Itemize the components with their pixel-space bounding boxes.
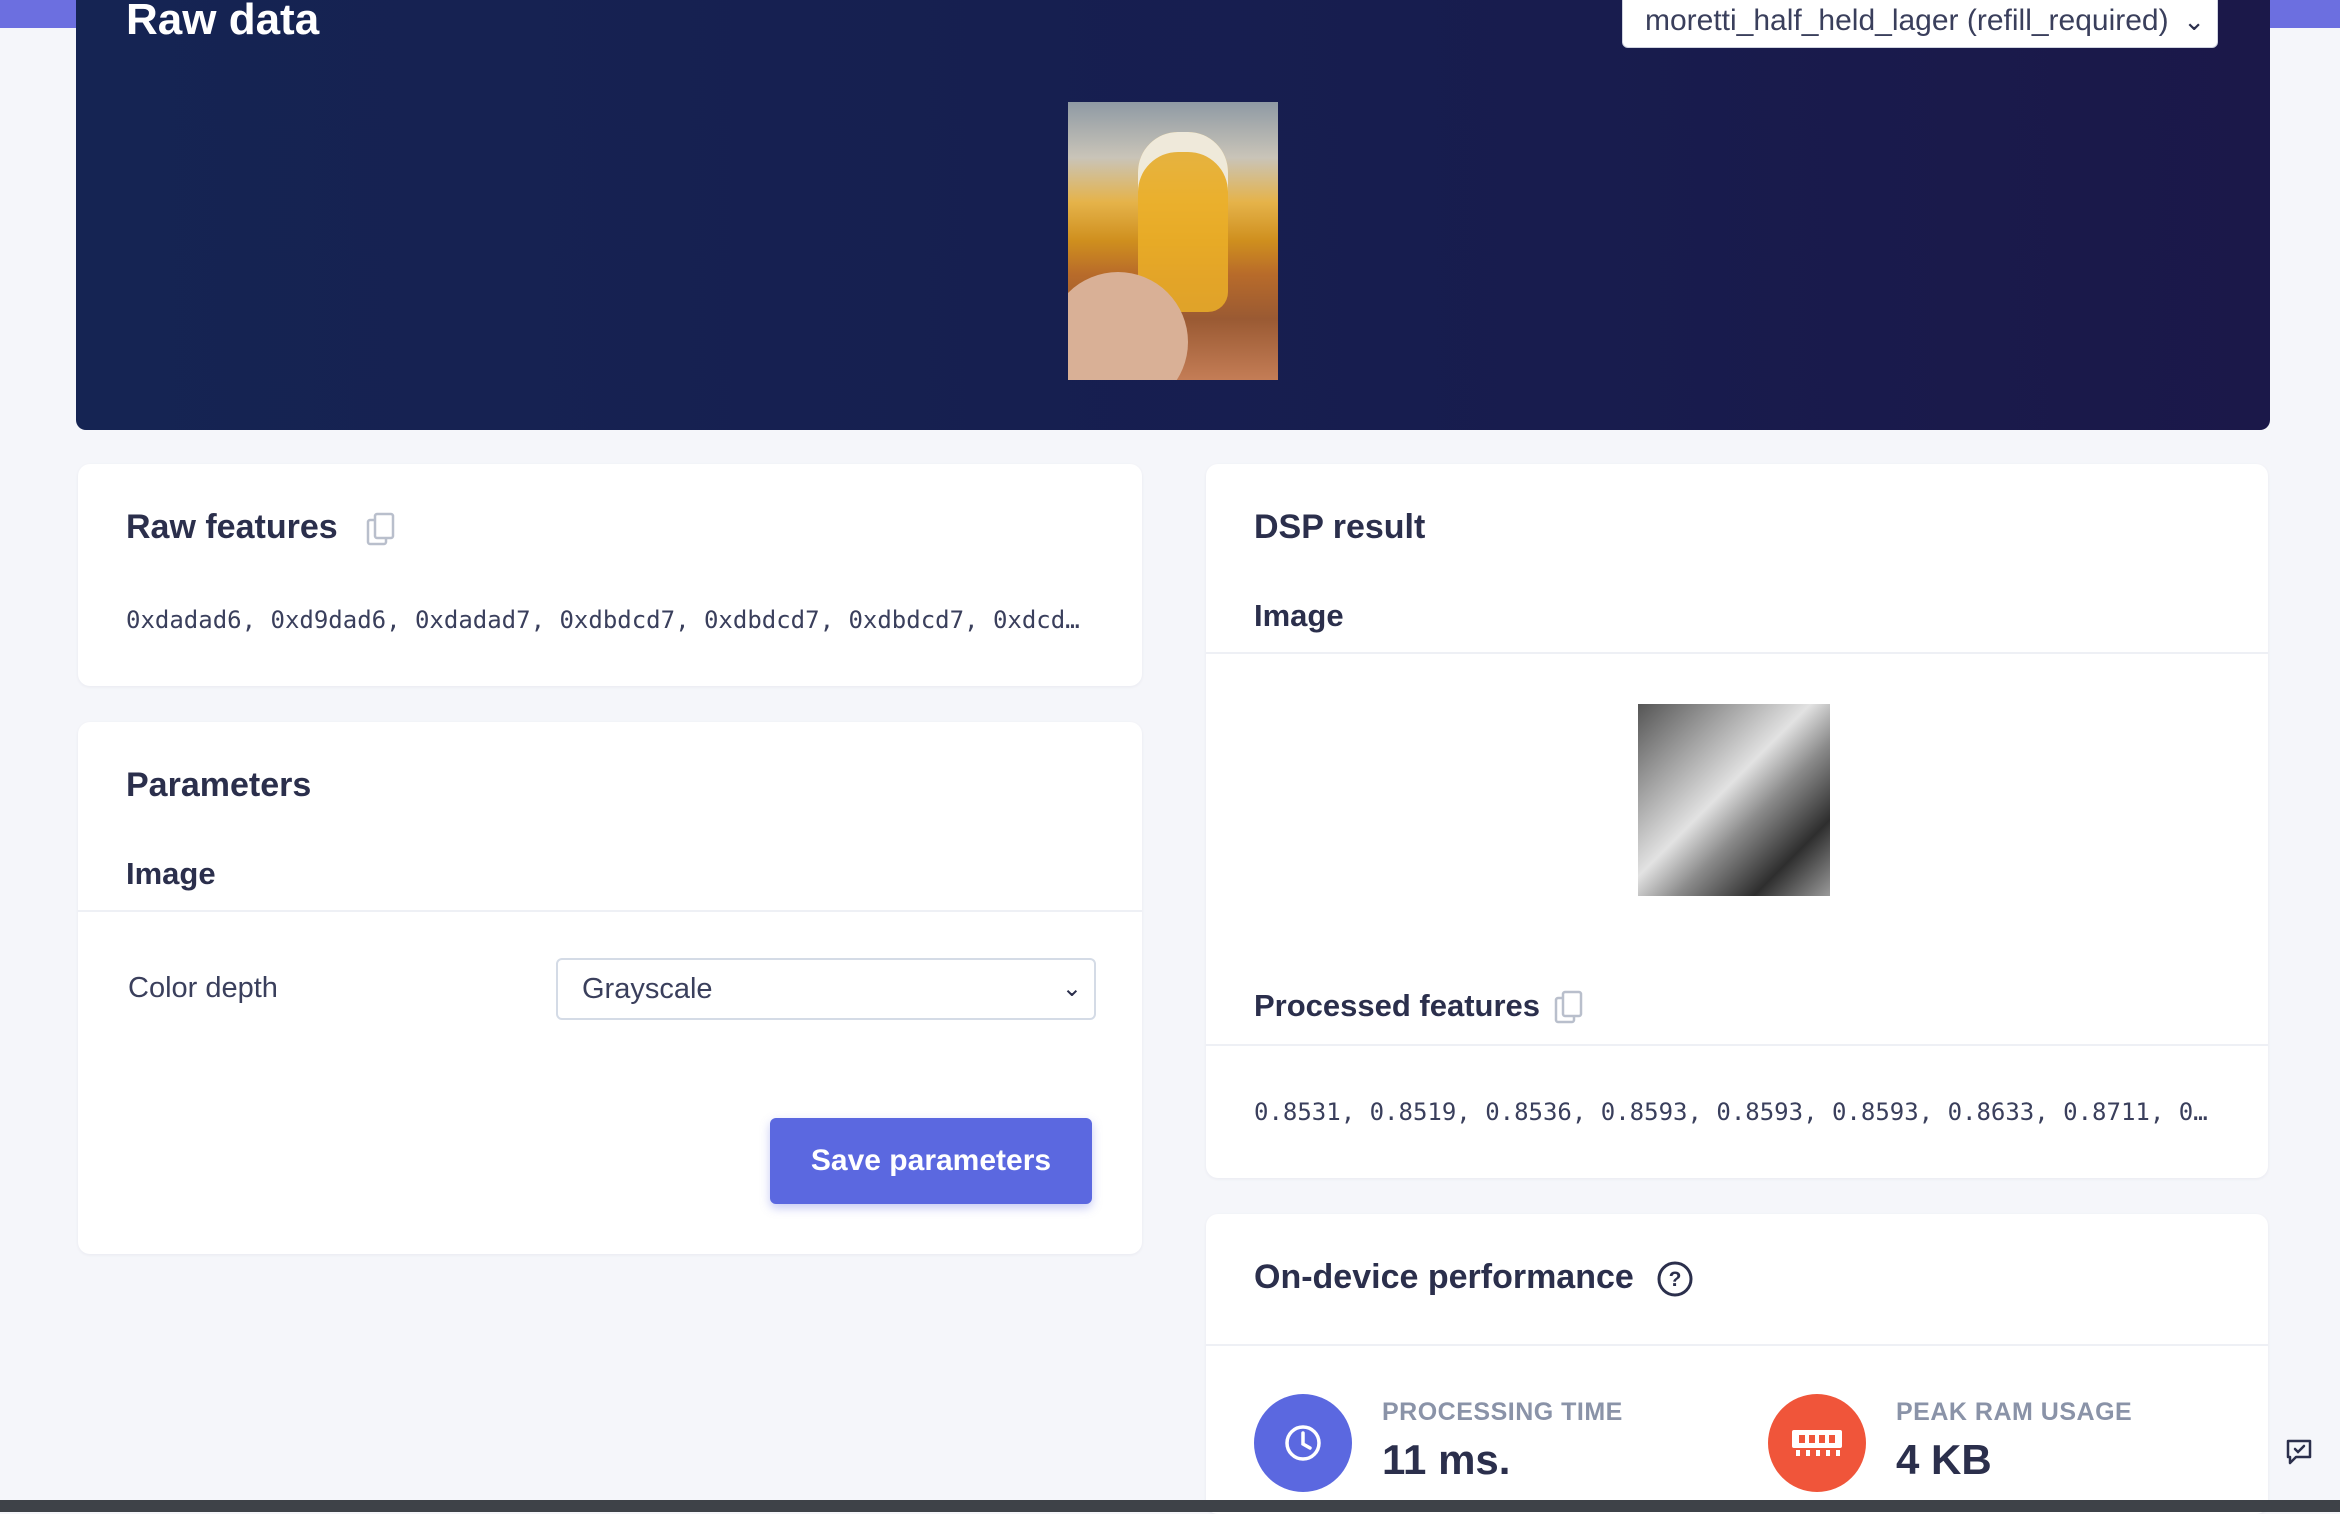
performance-card: On-device performance ? PROCESSING TIME … [1206,1214,2268,1514]
peak-ram-badge [1768,1394,1866,1492]
save-parameters-button[interactable]: Save parameters [770,1118,1092,1204]
raw-features-title: Raw features [126,508,338,546]
processing-time-label: PROCESSING TIME [1382,1398,1623,1426]
dsp-result-card: DSP result Image Processed features 0.85… [1206,464,2268,1178]
raw-data-panel: Raw data moretti_half_held_lager (refill… [76,0,2270,430]
raw-data-title: Raw data [126,0,320,44]
peak-ram-value: 4 KB [1896,1436,1992,1483]
parameters-card: Parameters Image Color depth Grayscale ⌄… [78,722,1142,1254]
peak-ram-label: PEAK RAM USAGE [1896,1398,2133,1426]
color-depth-value: Grayscale [582,973,713,1005]
sample-image [1068,102,1278,380]
chevron-down-icon: ⌄ [1061,975,1082,1002]
divider [78,910,1142,912]
sample-select-value: moretti_half_held_lager (refill_required… [1645,4,2169,37]
raw-features-values: 0xdadad6, 0xd9dad6, 0xdadad7, 0xdbdcd7, … [126,606,1080,634]
color-depth-select[interactable]: Grayscale ⌄ [556,958,1096,1020]
sample-select[interactable]: moretti_half_held_lager (refill_required… [1622,0,2218,48]
clock-icon [1285,1425,1321,1461]
copy-icon[interactable] [366,512,396,546]
top-accent-left [0,0,76,28]
parameters-image-heading: Image [126,856,216,891]
svg-text:?: ? [1669,1268,1682,1291]
help-icon[interactable]: ? [1656,1260,1694,1298]
feedback-icon[interactable] [2285,1438,2313,1466]
divider [1206,652,2268,654]
divider [1206,1044,2268,1046]
processing-time-value: 11 ms. [1382,1436,1511,1483]
performance-title: On-device performance [1254,1258,1634,1296]
memory-icon [1792,1430,1842,1456]
divider [1206,1344,2268,1346]
dsp-grayscale-image [1638,704,1830,896]
parameters-title: Parameters [126,766,312,804]
top-accent-right [2264,0,2340,28]
color-depth-label: Color depth [128,972,278,1004]
processed-features-values: 0.8531, 0.8519, 0.8536, 0.8593, 0.8593, … [1254,1098,2208,1126]
processed-features-title: Processed features [1254,988,1541,1023]
processing-time-badge [1254,1394,1352,1492]
dsp-image-heading: Image [1254,598,1344,633]
copy-icon[interactable] [1554,990,1584,1024]
chevron-down-icon: ⌄ [2183,6,2205,36]
raw-features-card: Raw features 0xdadad6, 0xd9dad6, 0xdadad… [78,464,1142,686]
dsp-result-title: DSP result [1254,508,1426,546]
bottom-bar [0,1500,2340,1512]
